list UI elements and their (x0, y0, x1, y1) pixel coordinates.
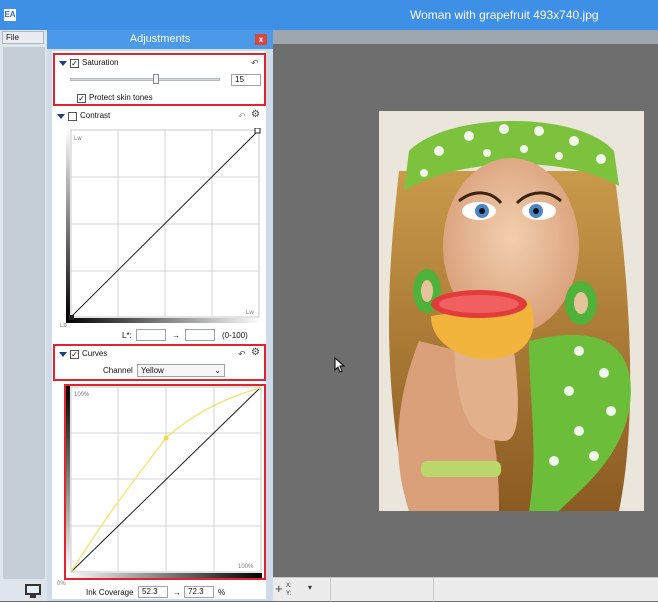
saturation-slider-thumb[interactable] (152, 74, 159, 84)
panel-title: Adjustments x (47, 30, 273, 49)
close-button[interactable]: x (255, 34, 267, 45)
chevron-down-icon[interactable]: ▾ (308, 583, 312, 592)
curves-graph[interactable]: 100% 100% (66, 386, 264, 578)
percent-label: % (218, 588, 226, 597)
saturation-slider-track[interactable] (70, 78, 220, 81)
crosshair-icon: + (275, 581, 283, 596)
protect-skin-checkbox[interactable]: ✓ (77, 94, 86, 103)
photo-illustration (379, 111, 644, 511)
app-icon[interactable]: EA (4, 9, 16, 21)
curves-section: ✓ Curves ↶ ⚙ Channel Yellow ⌄ (53, 344, 266, 381)
saturation-section: ✓ Saturation ↶ 15 ✓ Protect skin tones (53, 53, 266, 106)
contrast-lw-top-label: Lw (74, 136, 82, 142)
left-panel-area (3, 47, 45, 579)
arrow-icon: → (173, 588, 181, 597)
title-bar: EA Woman with grapefruit 493x740.jpg (0, 0, 658, 30)
file-menu[interactable]: File (2, 31, 44, 44)
curves-zero-label: 0% (57, 581, 66, 587)
l-star-label: L*: (122, 331, 132, 340)
x-label: X: (286, 583, 292, 589)
curves-top-label: 100% (74, 392, 90, 398)
status-divider (330, 578, 331, 602)
coordinate-readout: + X: Y: ▾ (275, 581, 312, 599)
monitor-icon[interactable] (22, 583, 44, 599)
gear-icon[interactable]: ⚙ (251, 346, 260, 360)
curves-label: Curves (82, 349, 108, 358)
saturation-label: Saturation (82, 58, 119, 67)
reset-icon[interactable]: ↶ (251, 56, 259, 70)
range-hint: (0-100) (222, 331, 248, 340)
saturation-checkbox[interactable]: ✓ (70, 59, 79, 68)
adjustments-panel: Adjustments x ✓ Saturation ↶ 15 ✓ Protec… (47, 30, 273, 601)
contrast-header: Contrast ↶ ⚙ (55, 109, 263, 123)
y-label: Y: (286, 591, 292, 597)
panel-body: ✓ Saturation ↶ 15 ✓ Protect skin tones C… (52, 51, 266, 599)
reset-icon[interactable]: ↶ (238, 109, 246, 123)
channel-select[interactable]: Yellow ⌄ (137, 364, 225, 377)
curves-checkbox[interactable]: ✓ (70, 350, 79, 359)
contrast-curve-graph[interactable]: Lw Lw (66, 128, 266, 323)
contrast-checkbox[interactable] (68, 112, 77, 121)
collapse-triangle-icon[interactable] (57, 114, 65, 119)
ink-coverage-label: Ink Coverage (86, 588, 134, 597)
gear-icon[interactable]: ⚙ (251, 108, 260, 122)
collapse-triangle-icon[interactable] (59, 61, 67, 66)
collapse-triangle-icon[interactable] (59, 352, 67, 357)
chevron-down-icon: ⌄ (214, 366, 221, 375)
protect-skin-row: ✓ Protect skin tones (77, 91, 227, 105)
l-star-to-input[interactable] (185, 329, 215, 341)
canvas-header-strip (273, 30, 658, 44)
ink-coverage-to-input[interactable]: 72.3 (184, 586, 214, 598)
panel-title-text: Adjustments (129, 33, 191, 45)
contrast-lw-right-label: Lw (246, 310, 254, 316)
status-bar: + X: Y: ▾ (273, 577, 658, 602)
curves-header: ✓ Curves ↶ ⚙ (57, 347, 262, 361)
contrast-lb-label: Lb (60, 323, 67, 329)
channel-label: Channel (103, 366, 133, 375)
arrow-icon: → (172, 331, 180, 340)
reset-icon[interactable]: ↶ (238, 347, 246, 361)
l-star-from-input[interactable] (136, 329, 166, 341)
saturation-value-input[interactable]: 15 (231, 74, 261, 86)
saturation-header: ✓ Saturation ↶ (57, 56, 262, 70)
document-title: Woman with grapefruit 493x740.jpg (410, 8, 599, 22)
protect-skin-label: Protect skin tones (89, 93, 153, 102)
status-divider (433, 578, 434, 602)
mouse-cursor (334, 357, 346, 373)
contrast-label: Contrast (80, 111, 111, 120)
ink-coverage-from-input[interactable]: 52.3 (138, 586, 168, 598)
curve-control-point[interactable] (163, 435, 169, 441)
photo-woman-with-grapefruit (379, 111, 644, 511)
curves-right-label: 100% (238, 564, 254, 570)
channel-value: Yellow (141, 366, 164, 375)
